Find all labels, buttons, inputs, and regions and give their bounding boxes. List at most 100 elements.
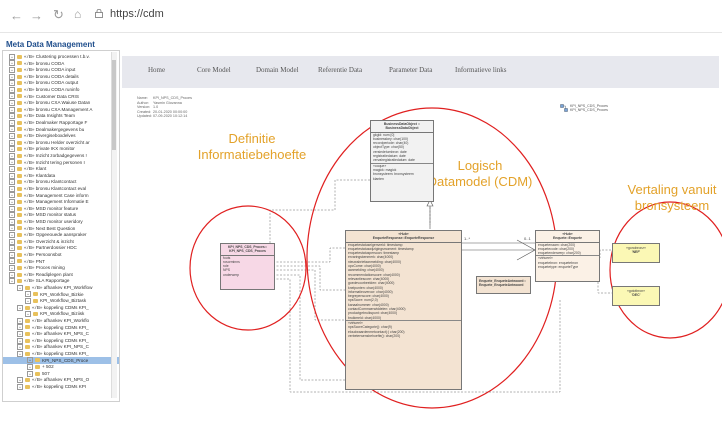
tree-item-label: «ﾉB» bronsu Klantcontact eval — [24, 186, 87, 191]
connector-line — [273, 269, 345, 321]
folder-icon — [33, 298, 38, 303]
meta-value: KPI_NPS_CDS_Proces — [153, 96, 192, 100]
enquete-class[interactable]: «Hub» Enquete::Enquete enquetenaam: char(… — [535, 230, 600, 282]
meta-key: Updated: — [137, 114, 152, 119]
enquete-response-name: EnqueteResponse::EnqueteResponse — [372, 236, 435, 241]
browser-toolbar — [0, 0, 722, 33]
tree-item-label: «ﾉB» Partnerdossier HDC — [24, 245, 77, 251]
multiplicity-right: 0..1 — [524, 236, 531, 241]
tree-item-label: «ﾉB» Proces mining — [24, 265, 65, 271]
nav-home[interactable]: Home — [148, 66, 165, 74]
kpi-class-box[interactable]: KPI_NPS_CDS_Proces:: KPI_NPS_CDS_Proces f… — [220, 243, 275, 290]
meta-value: 1.0 — [153, 105, 159, 110]
folder-icon — [17, 173, 22, 178]
folder-icon — [17, 193, 22, 198]
bronsysteem-box-dec[interactable]: «gototbron» 'DEC' — [612, 286, 660, 306]
tree-item-label: «ﾉB» bronsu CODA — [24, 60, 65, 66]
folder-icon — [17, 252, 22, 257]
tree-scrollbar-thumb[interactable] — [112, 60, 116, 150]
package-tree[interactable]: + «ﾉB» Clustering processen t.b.v. + «ﾉB» b… — [2, 50, 120, 402]
enquete-ops: «virtueel» enquetebron: enquetebron enquet… — [536, 255, 599, 269]
enquete-response-class[interactable]: «Hub» EnqueteResponse::EnqueteResponse en… — [345, 230, 462, 390]
tree-item-label: «ﾉB» afhankev KPI_NPS_O — [32, 377, 90, 383]
tree-item-label: «ﾉB» private IKX monitor — [24, 146, 75, 152]
folder-icon — [25, 305, 30, 310]
tree-item-label: «ﾉB» afhankev KPI_NPS_C — [32, 331, 89, 337]
connector-line — [273, 265, 345, 291]
association-line — [516, 239, 536, 261]
tree-item-label: «ﾉB» Clustering processen t.b.v. — [24, 54, 90, 59]
address-bar[interactable]: https://cdm — [110, 8, 164, 20]
tree-item-label: «ﾉB» Customer Data CRIS — [24, 93, 79, 99]
folder-icon — [17, 67, 22, 72]
folder-icon — [25, 345, 30, 350]
folder-icon — [17, 133, 22, 138]
folder-icon — [17, 160, 22, 165]
tree-item-label: «ﾉB» MSD monitor useridory — [24, 219, 83, 224]
business-object-class[interactable]: BusinessDataObject :: BusinessDataObject … — [370, 120, 434, 202]
diagram-metadata: Name: KPI_NPS_CDS_Proces Author: Yasmin Gi… — [137, 96, 192, 119]
folder-icon — [17, 61, 22, 66]
nav-domain-model[interactable]: Domain Model — [256, 66, 299, 74]
tree-item-label: «ﾉB» bronsu CODA runinfo — [24, 87, 80, 92]
enquete-response-ops: «virtueel» npsScoreCategorie(): char(9) el… — [346, 319, 461, 338]
tree-item-label: «ﾉB» Opgeeouede aanspraker — [24, 232, 87, 238]
tree-item-label: «ﾉB» koppeling CDMs KPI — [32, 384, 87, 389]
folder-icon — [17, 206, 22, 211]
folder-icon — [17, 180, 22, 185]
folder-icon — [17, 140, 22, 145]
folder-icon — [17, 147, 22, 152]
back-button[interactable]: ← — [10, 8, 23, 23]
tree-item-label: «ﾉB» Dealmaker Rapportage F — [24, 120, 88, 125]
association-class-line: Enquete_EnqueteAntwoord — [479, 283, 524, 288]
tree-item-label: «ﾉB» afhankev KPI_Workflow — [32, 285, 93, 290]
class-member: enquetetype: enqueteType — [538, 265, 579, 270]
bronsysteem-box-nef[interactable]: «gonobronz» 'NEF' — [612, 243, 660, 263]
nav-informatieve-links[interactable]: Informatieve links — [455, 66, 507, 74]
tree-item-label: «ﾉB» afhankev KPI_Workflo — [32, 318, 90, 323]
folder-icon — [35, 358, 40, 363]
tree-item-label: «ﾉB» Klantdata — [24, 172, 56, 178]
nav-core-model[interactable]: Core Model — [197, 66, 231, 74]
tree-item-label: «ﾉB» bronsu Helder overzicht ar — [24, 139, 90, 145]
class-member: verbeterwensbehoefte(): char(200) — [348, 333, 401, 338]
folder-icon — [17, 153, 22, 158]
diagram-link-label[interactable]: KPI_NPS_CDS_Proces KPI_NPS_CDS_Proces — [570, 104, 608, 113]
meta-row: Updated:07-09-2020 10:12:14 — [137, 114, 192, 119]
folder-icon — [17, 272, 22, 277]
folder-icon — [25, 378, 30, 383]
refresh-icon[interactable]: ↻ — [53, 7, 64, 23]
association-class-box[interactable]: Enquete_EnqueteAntwoord:: Enquete_Enquet… — [476, 276, 531, 294]
app-title: Meta Data Management — [6, 40, 95, 49]
tree-item-label: «ﾉB» Data Insights Team — [24, 113, 75, 119]
tree-item-label: KPI_Workflow_Biziisk — [40, 311, 85, 317]
diagram-link-icon[interactable] — [560, 104, 568, 112]
annotation-definitie: Definitie Informatiebehoefte — [197, 131, 307, 162]
folder-icon — [17, 232, 22, 237]
expand-icon[interactable]: + — [17, 383, 23, 390]
tree-item-label: «ﾉB» bronsu CODA input — [24, 67, 76, 73]
folder-icon — [33, 312, 38, 317]
bron-name: 'DEC' — [631, 293, 641, 298]
tree-item-label: «ﾉB» bronsu CXA Waiuse Datan — [24, 100, 91, 106]
folder-icon — [25, 331, 30, 336]
tree-item-label: «ﾉB» bronsu CODA details — [24, 73, 79, 79]
folder-icon — [17, 94, 22, 99]
nav-referentie-data[interactable]: Referentie Data — [318, 66, 362, 74]
tree-item-label: «ﾉB» koppeling CDMs KPI_ — [32, 351, 89, 356]
folder-icon — [17, 114, 22, 119]
meta-value: Yasmin Giovanna — [153, 100, 182, 105]
tree-item[interactable]: + «ﾉB» koppeling CDMs KPI — [3, 383, 119, 390]
folder-icon — [17, 120, 22, 125]
forward-button[interactable]: → — [30, 8, 43, 23]
folder-icon — [17, 213, 22, 218]
tree-item-label: «ﾉB» Dealmakergegevens bu — [24, 126, 85, 132]
nav-parameter-data[interactable]: Parameter Data — [389, 66, 432, 74]
class-member: klanten — [373, 176, 384, 181]
tree-item-label: KPI_Workflow_Bizkie — [40, 291, 84, 297]
folder-icon — [17, 219, 22, 224]
multiplicity-left: 1..* — [464, 236, 470, 241]
home-icon[interactable]: ⌂ — [74, 7, 81, 21]
folder-icon — [25, 285, 30, 290]
tree-item-label: KPI_Workflow_Biztask — [40, 298, 87, 304]
